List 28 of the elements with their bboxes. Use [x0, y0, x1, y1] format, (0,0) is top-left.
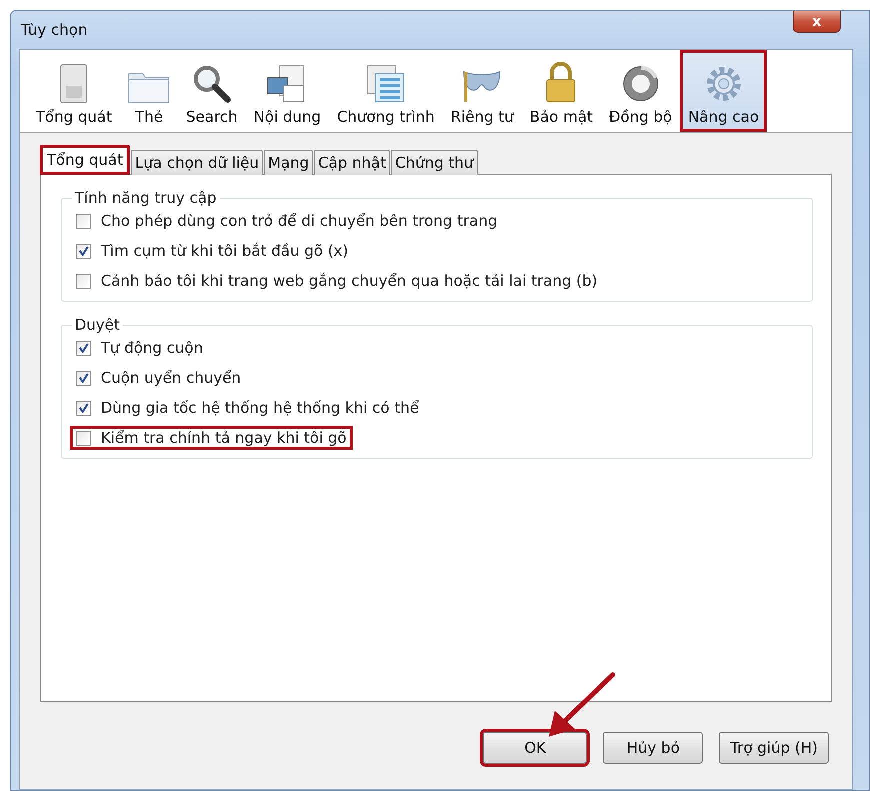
highlighted-option[interactable]: Kiểm tra chính tả ngay khi tôi gõ	[70, 426, 353, 450]
checkbox-option[interactable]: Cuộn uyển chuyển	[70, 366, 248, 390]
tab[interactable]: Lựa chọn dữ liệu	[131, 150, 264, 175]
tab[interactable]: Mạng	[264, 150, 314, 175]
toolbar-item[interactable]: Đồng bộ	[601, 50, 680, 132]
group-title: Duyệt	[74, 316, 122, 334]
checkbox-option[interactable]: Cảnh báo tôi khi trang web gắng chuyển qua hoặc tải lai trang (b)	[70, 269, 604, 293]
window-title: Tùy chọn	[20, 21, 88, 39]
toolbar-item[interactable]: Nâng cao	[680, 50, 768, 132]
group-title: Tính năng truy cập	[74, 189, 218, 207]
tab[interactable]: Chứng thư	[391, 150, 478, 175]
checkbox-option[interactable]: Tìm cụm từ khi tôi bắt đầu gõ (x)	[70, 239, 355, 263]
tab[interactable]: Cập nhật	[314, 150, 390, 175]
toolbar-item[interactable]: Tổng quát	[28, 50, 120, 132]
checkbox-option[interactable]: Cho phép dùng con trỏ để di chuyển bên trong trang	[70, 209, 504, 233]
toolbar-item[interactable]: Riêng tư	[442, 50, 522, 132]
dialog-button[interactable]: Trợ giúp (H)	[719, 732, 829, 764]
dialog-button[interactable]: Hủy bỏ	[603, 732, 704, 764]
checkbox-option[interactable]: Tự động cuộn	[70, 336, 210, 360]
dialog-button[interactable]: OK	[483, 732, 588, 764]
close-button[interactable]: x	[793, 11, 841, 33]
toolbar-item[interactable]: Search	[178, 50, 246, 132]
tab[interactable]: Tổng quát	[40, 145, 130, 175]
toolbar-item[interactable]: Bảo mật	[522, 50, 602, 132]
toolbar-item[interactable]: Thẻ	[120, 50, 178, 132]
toolbar-item[interactable]: Nội dung	[246, 50, 330, 132]
checkbox-option[interactable]: Dùng gia tốc hệ thống hệ thống khi có thể	[70, 396, 426, 420]
toolbar-item[interactable]: Chương trình	[329, 50, 443, 132]
